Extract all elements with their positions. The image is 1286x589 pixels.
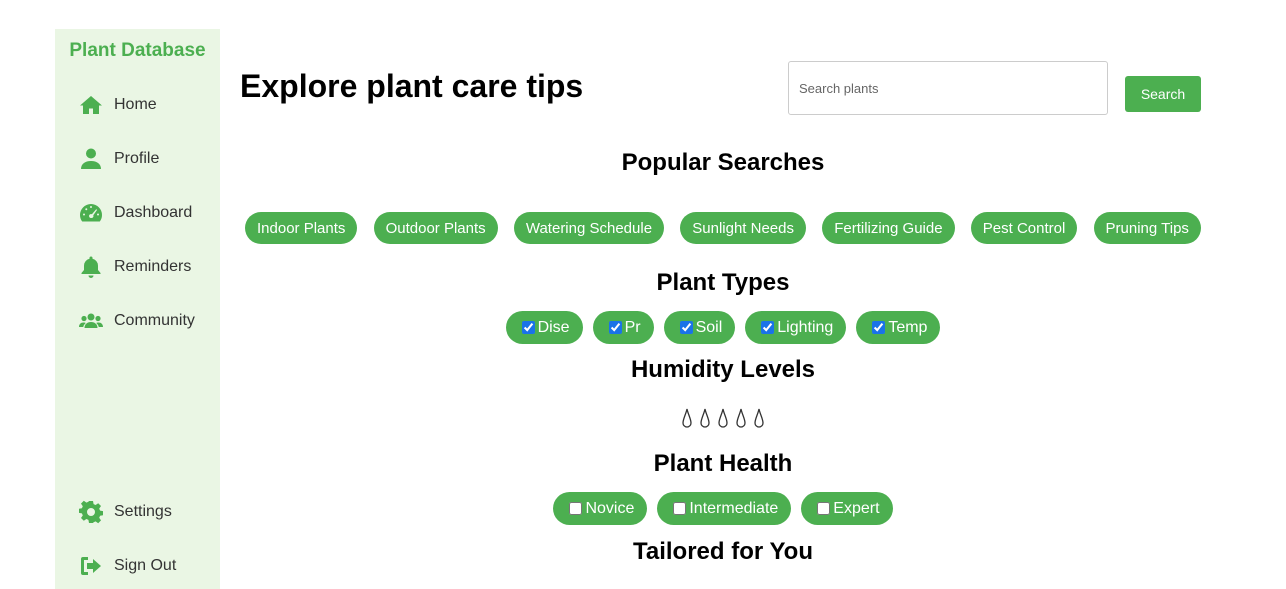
tag-sunlight-needs[interactable]: Sunlight Needs — [680, 212, 806, 244]
sidebar-item-label: Settings — [114, 503, 172, 520]
popular-searches-title: Popular Searches — [621, 149, 825, 176]
chip-label: Temp — [888, 318, 928, 336]
sidebar-item-label: Home — [114, 96, 157, 113]
humidity-levels-title: Humidity Levels — [630, 356, 816, 383]
tag-fertilizing-guide[interactable]: Fertilizing Guide — [822, 212, 955, 244]
tag-pruning-tips[interactable]: Pruning Tips — [1093, 212, 1201, 244]
sidebar: Plant Database Home Profile Dashboard Re… — [55, 29, 220, 589]
sidebar-item-dashboard[interactable]: Dashboard — [79, 198, 192, 228]
sidebar-item-home[interactable]: Home — [79, 90, 157, 120]
water-drop-icon[interactable] — [717, 408, 729, 428]
sidebar-item-settings[interactable]: Settings — [79, 497, 172, 527]
checkbox-lighting[interactable] — [761, 321, 775, 334]
sidebar-item-reminders[interactable]: Reminders — [79, 252, 191, 282]
gauge-icon — [79, 201, 103, 225]
users-icon — [79, 309, 103, 333]
tag-indoor-plants[interactable]: Indoor Plants — [245, 212, 358, 244]
checkbox-temp[interactable] — [872, 321, 886, 334]
chip-temp[interactable]: Temp — [856, 311, 941, 344]
user-icon — [79, 147, 103, 171]
sidebar-item-community[interactable]: Community — [79, 306, 195, 336]
checkbox-disease[interactable] — [521, 321, 535, 334]
water-drop-icon[interactable] — [753, 408, 765, 428]
sign-out-icon — [79, 554, 103, 578]
search-button[interactable]: Search — [1125, 76, 1201, 112]
chip-intermediate[interactable]: Intermediate — [657, 492, 792, 525]
plant-health-title: Plant Health — [653, 450, 793, 477]
sidebar-item-label: Reminders — [114, 258, 192, 275]
chip-label: Soil — [695, 318, 723, 336]
chip-pr[interactable]: Pr — [592, 311, 654, 344]
sidebar-item-label: Sign Out — [114, 557, 177, 574]
tag-outdoor-plants[interactable]: Outdoor Plants — [373, 212, 498, 244]
water-drop-icon[interactable] — [699, 408, 711, 428]
sidebar-item-profile[interactable]: Profile — [79, 144, 159, 174]
tag-pest-control[interactable]: Pest Control — [970, 212, 1078, 244]
search-input[interactable] — [788, 61, 1108, 115]
checkbox-novice[interactable] — [569, 502, 583, 515]
checkbox-pr[interactable] — [608, 321, 622, 334]
chip-lighting[interactable]: Lighting — [745, 311, 847, 344]
sidebar-item-label: Profile — [114, 150, 160, 167]
plant-types-title: Plant Types — [656, 269, 790, 296]
plant-type-filters: Dise Pr Soil Lighting Temp — [240, 311, 1206, 344]
chip-label: Expert — [833, 499, 880, 517]
checkbox-expert[interactable] — [817, 502, 831, 515]
popular-tags: Indoor Plants Outdoor Plants Watering Sc… — [240, 212, 1206, 244]
chip-expert[interactable]: Expert — [801, 492, 893, 525]
tailored-title: Tailored for You — [632, 538, 813, 565]
chip-label: Intermediate — [689, 499, 779, 517]
chip-disease[interactable]: Dise — [505, 311, 583, 344]
home-icon — [79, 93, 103, 117]
sidebar-item-label: Community — [114, 312, 195, 329]
tag-watering-schedule[interactable]: Watering Schedule — [513, 212, 665, 244]
page-title: Explore plant care tips — [240, 68, 584, 104]
humidity-rating — [240, 408, 1206, 428]
water-drop-icon[interactable] — [681, 408, 693, 428]
water-drop-icon[interactable] — [735, 408, 747, 428]
checkbox-intermediate[interactable] — [673, 502, 687, 515]
checkbox-soil[interactable] — [679, 321, 693, 334]
plant-health-filters: Novice Intermediate Expert — [240, 492, 1206, 525]
bell-icon — [79, 255, 103, 279]
gear-icon — [79, 500, 103, 524]
chip-soil[interactable]: Soil — [663, 311, 736, 344]
sidebar-item-sign-out[interactable]: Sign Out — [79, 551, 176, 581]
sidebar-item-label: Dashboard — [114, 204, 193, 221]
chip-novice[interactable]: Novice — [553, 492, 648, 525]
brand-title: Plant Database — [69, 40, 206, 61]
chip-label: Novice — [585, 499, 635, 517]
chip-label: Dise — [537, 318, 570, 336]
chip-label: Lighting — [777, 318, 834, 336]
chip-label: Pr — [624, 318, 641, 336]
